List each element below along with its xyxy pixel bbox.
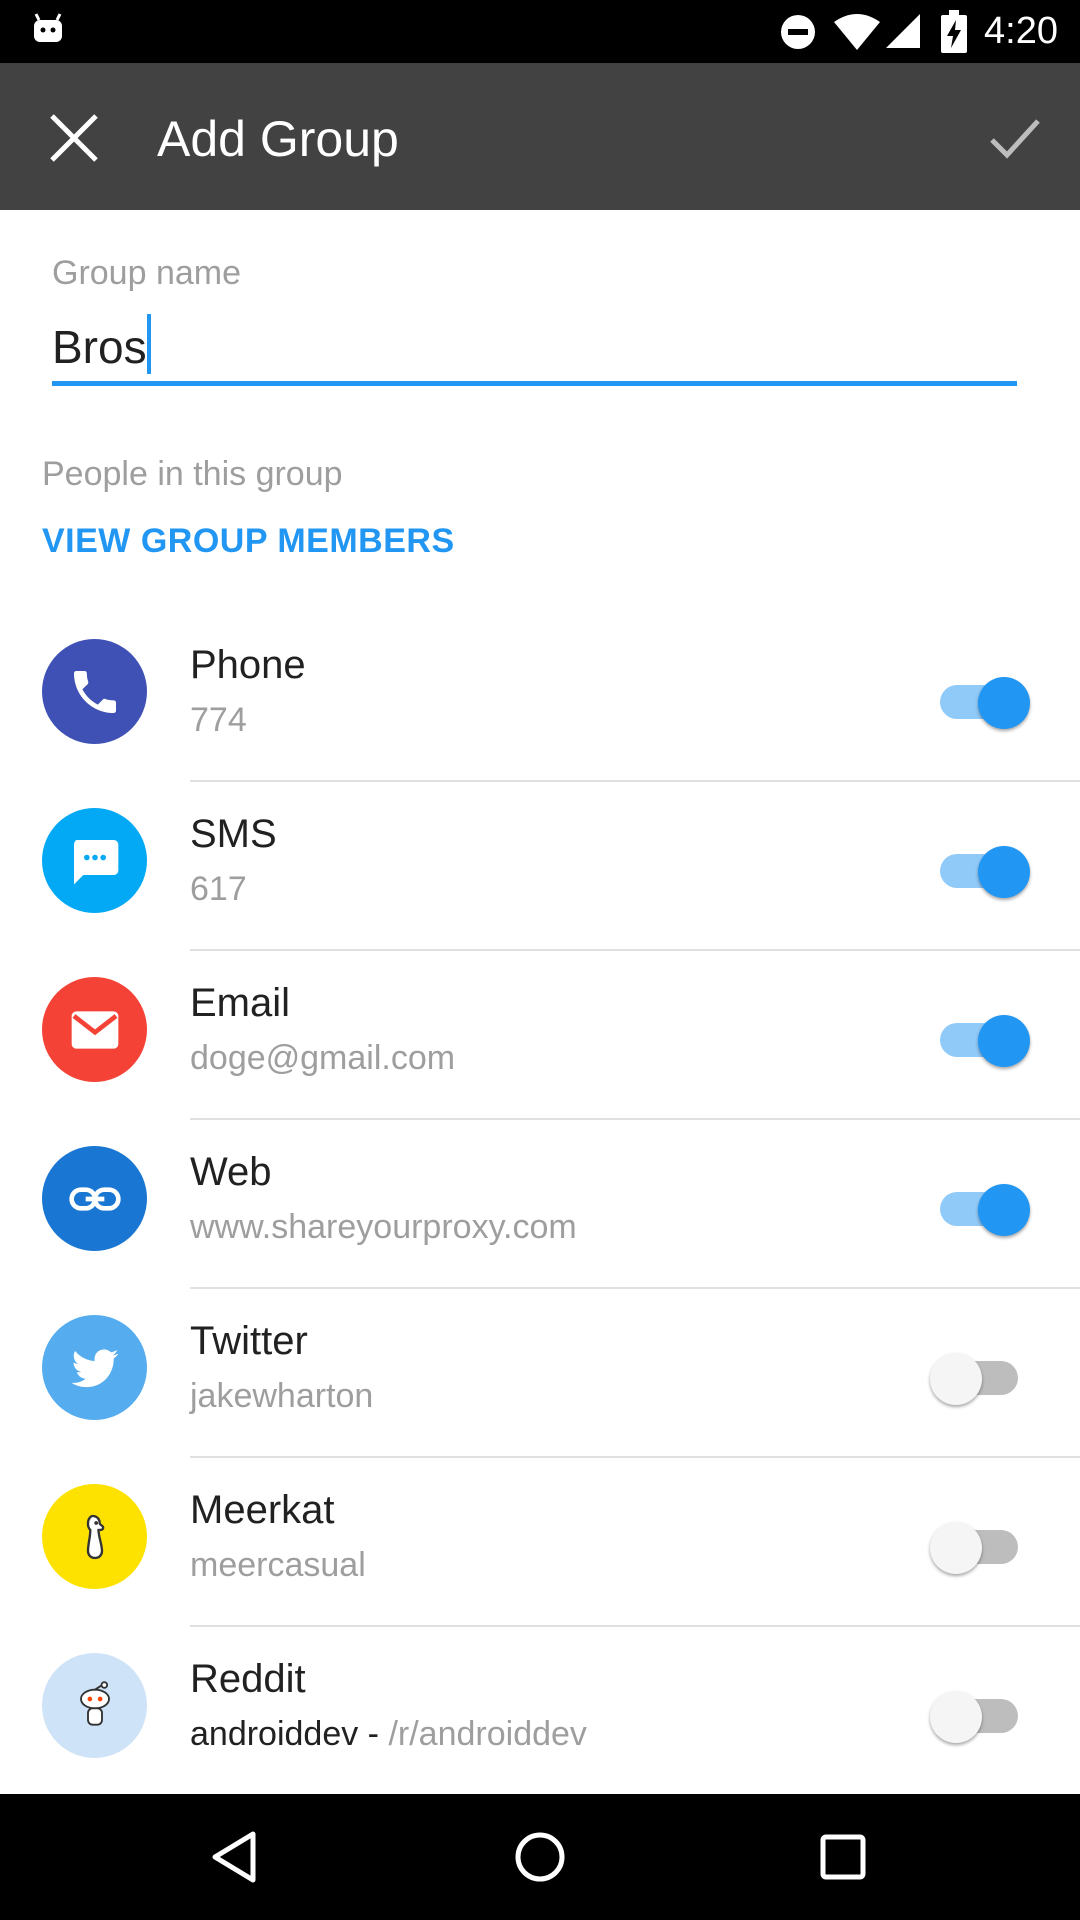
group-name-label: Group name: [52, 254, 241, 292]
close-icon[interactable]: [34, 103, 114, 173]
page-title: Add Group: [157, 111, 399, 167]
reddit-username: androiddev -: [190, 1715, 389, 1753]
toolbar: Add Group: [0, 63, 1080, 210]
phone-icon: [42, 639, 147, 744]
service-detail: www.shareyourproxy.com: [190, 1208, 577, 1246]
sms-toggle[interactable]: [930, 838, 1030, 898]
android-icon: [34, 13, 62, 42]
link-icon: [42, 1146, 147, 1251]
service-row-reddit[interactable]: Reddit androiddev - /r/androiddev: [0, 1627, 1080, 1796]
service-name: Phone: [190, 643, 306, 687]
service-row-email[interactable]: Email doge@gmail.com: [0, 951, 1080, 1120]
back-icon[interactable]: [200, 1822, 270, 1892]
reddit-icon: [42, 1653, 147, 1758]
group-name-underline: [52, 381, 1017, 386]
service-row-twitter[interactable]: Twitter jakewharton: [0, 1289, 1080, 1458]
service-detail: 774: [190, 701, 247, 739]
service-name: Email: [190, 981, 291, 1025]
home-icon[interactable]: [505, 1822, 575, 1892]
reddit-subreddit: /r/androiddev: [388, 1715, 587, 1753]
email-icon: [42, 977, 147, 1082]
view-group-members-link[interactable]: VIEW GROUP MEMBERS: [42, 522, 455, 561]
service-row-phone[interactable]: Phone 774: [0, 613, 1080, 782]
service-name: SMS: [190, 812, 277, 856]
meerkat-toggle[interactable]: [930, 1514, 1030, 1574]
service-row-meerkat[interactable]: Meerkat meercasual: [0, 1458, 1080, 1627]
check-icon[interactable]: [980, 103, 1050, 173]
do-not-disturb-icon: [781, 15, 815, 49]
service-name: Twitter: [190, 1319, 308, 1363]
wifi-icon: [834, 14, 880, 50]
service-detail: doge@gmail.com: [190, 1039, 456, 1077]
service-row-sms[interactable]: SMS 617: [0, 782, 1080, 951]
twitter-toggle[interactable]: [930, 1345, 1030, 1405]
members-section-label: People in this group: [42, 455, 343, 493]
twitter-icon: [42, 1315, 147, 1420]
web-toggle[interactable]: [930, 1176, 1030, 1236]
service-name: Meerkat: [190, 1488, 335, 1532]
service-name: Reddit: [190, 1657, 306, 1701]
email-toggle[interactable]: [930, 1007, 1030, 1067]
service-list: Phone 774 SMS 617 Email doge@gmail.com W…: [0, 613, 1080, 1796]
status-bar: 4:20: [0, 0, 1080, 63]
text-cursor: [147, 314, 151, 374]
service-row-web[interactable]: Web www.shareyourproxy.com: [0, 1120, 1080, 1289]
group-name-input[interactable]: [52, 312, 1017, 382]
phone-toggle[interactable]: [930, 669, 1030, 729]
service-detail: jakewharton: [190, 1377, 374, 1415]
service-name: Web: [190, 1150, 272, 1194]
navigation-bar: [0, 1794, 1080, 1920]
service-detail: androiddev - /r/androiddev: [190, 1715, 587, 1754]
service-detail: meercasual: [190, 1546, 366, 1584]
battery-charging-icon: [941, 10, 967, 53]
recents-icon[interactable]: [808, 1822, 878, 1892]
sms-icon: [42, 808, 147, 913]
service-detail: 617: [190, 870, 247, 908]
reddit-toggle[interactable]: [930, 1683, 1030, 1743]
meerkat-icon: [42, 1484, 147, 1589]
clock: 4:20: [984, 10, 1058, 52]
signal-icon: [886, 14, 920, 48]
